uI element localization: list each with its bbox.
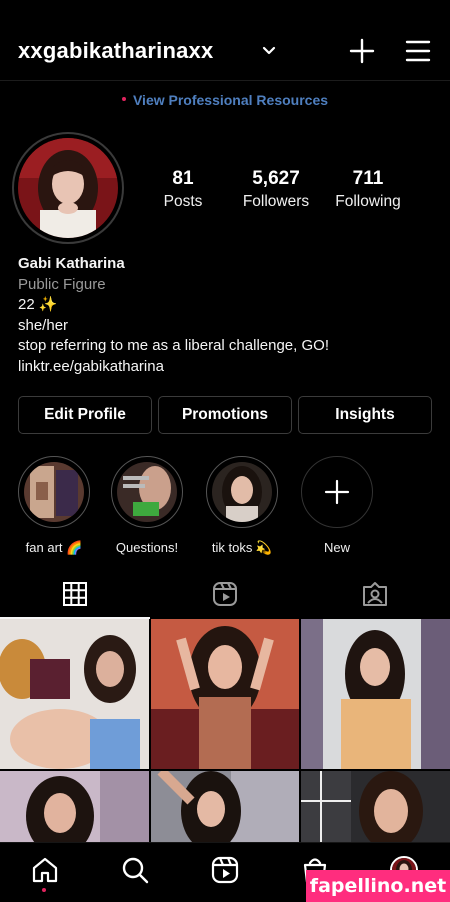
bio-line: 22 ✨ xyxy=(18,296,58,313)
chevron-down-icon[interactable] xyxy=(262,44,276,58)
highlight-ring xyxy=(18,456,90,528)
highlight-tik-toks[interactable]: tik toks 💫 xyxy=(204,456,280,556)
highlight-cover xyxy=(212,462,272,522)
reels-icon[interactable] xyxy=(212,581,238,607)
search-icon[interactable] xyxy=(121,856,149,884)
highlight-cover xyxy=(117,462,177,522)
highlight-fan-art[interactable]: fan art 🌈 xyxy=(16,456,92,556)
notification-dot xyxy=(42,888,46,892)
post-thumbnail[interactable] xyxy=(301,619,450,769)
watermark: fapellino.net xyxy=(306,870,450,902)
reels-icon[interactable] xyxy=(211,856,239,884)
posts-label: Posts xyxy=(163,193,203,210)
post-thumbnail[interactable] xyxy=(151,771,299,843)
top-bar: xxgabikatharinaxx xyxy=(0,0,450,80)
bio-section: Gabi Katharina Public Figure 22 ✨ she/he… xyxy=(18,254,438,377)
tagged-icon[interactable] xyxy=(362,581,388,607)
following-label: Following xyxy=(335,193,401,210)
promotions-button[interactable]: Promotions xyxy=(158,396,292,434)
hamburger-menu-icon[interactable] xyxy=(404,38,432,64)
bio-link[interactable]: linktr.ee/gabikatharina xyxy=(18,357,438,378)
post-thumbnail[interactable] xyxy=(0,619,149,769)
profile-avatar[interactable] xyxy=(18,138,118,238)
plus-icon xyxy=(324,479,349,504)
highlight-ring xyxy=(111,456,183,528)
highlight-label: tik toks 💫 xyxy=(211,540,273,555)
highlight-label: New xyxy=(323,540,350,555)
highlight-questions[interactable]: Questions! xyxy=(109,456,185,555)
home-icon[interactable] xyxy=(31,856,59,884)
display-name: Gabi Katharina xyxy=(18,255,125,272)
post-thumbnail[interactable] xyxy=(301,771,450,843)
highlight-label: fan art 🌈 xyxy=(25,540,83,555)
posts-count: 81 xyxy=(172,168,194,189)
post-thumbnail[interactable] xyxy=(0,771,149,843)
highlight-new[interactable]: New xyxy=(299,456,375,555)
followers-stat[interactable]: 5,627 Followers xyxy=(236,168,316,212)
highlight-label: Questions! xyxy=(115,540,179,555)
notification-dot xyxy=(121,97,126,102)
insights-button[interactable]: Insights xyxy=(298,396,432,434)
header-divider xyxy=(0,80,450,81)
category-label: Public Figure xyxy=(18,275,106,293)
followers-count: 5,627 xyxy=(252,168,300,189)
following-stat[interactable]: 711 Following xyxy=(328,168,408,212)
plus-icon[interactable] xyxy=(348,37,376,65)
username[interactable]: xxgabikatharinaxx xyxy=(18,38,213,64)
bio-line: stop referring to me as a liberal challe… xyxy=(18,337,329,354)
grid-icon[interactable] xyxy=(62,581,88,607)
highlight-ring xyxy=(301,456,373,528)
highlight-ring xyxy=(206,456,278,528)
post-thumbnail[interactable] xyxy=(151,619,299,769)
highlight-cover xyxy=(24,462,84,522)
followers-label: Followers xyxy=(242,193,310,210)
professional-resources-label: View Professional Resources xyxy=(132,92,329,108)
professional-resources-link[interactable]: View Professional Resources xyxy=(0,92,450,108)
edit-profile-button[interactable]: Edit Profile xyxy=(18,396,152,434)
following-count: 711 xyxy=(352,168,384,189)
posts-stat[interactable]: 81 Posts xyxy=(157,168,209,212)
bio-line: she/her xyxy=(18,316,69,334)
